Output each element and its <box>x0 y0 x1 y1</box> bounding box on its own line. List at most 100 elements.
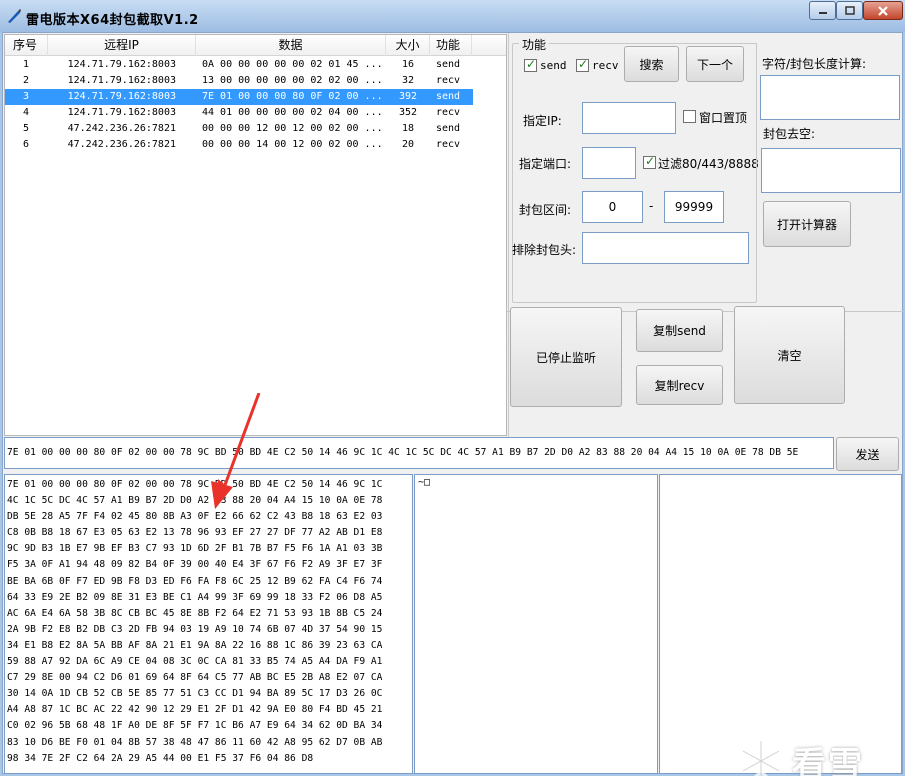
row-remote-ip: 124.71.79.162:8003 <box>67 75 176 86</box>
copy-recv-button[interactable]: 复制recv <box>636 365 723 405</box>
row-size: 20 <box>401 139 415 150</box>
column-header-function[interactable]: 功能 <box>430 35 472 56</box>
row-size: 16 <box>401 59 415 70</box>
packet-list-header: 序号 远程IP 数据 大小 功能 <box>5 35 506 56</box>
search-button[interactable]: 搜索 <box>624 46 679 82</box>
hex-dump-line: F5 3A 0F A1 94 48 09 82 B4 0F 39 00 40 E… <box>7 559 383 571</box>
exclude-header-input[interactable] <box>582 232 749 264</box>
close-icon <box>878 5 888 16</box>
table-row[interactable]: 5 47.242.236.26:7821 00 00 00 12 00 12 00 … <box>5 121 506 137</box>
column-header-data[interactable]: 数据 <box>196 35 386 56</box>
hex-dump-pane[interactable]: 7E 01 00 00 00 80 0F 02 00 00 78 9C BD 5… <box>4 474 413 774</box>
range-to-input[interactable]: 99999 <box>664 191 724 223</box>
hex-dump-line: 30 14 0A 1D CB 52 CB 5E 85 77 51 C3 CC D… <box>7 688 383 700</box>
row-index: 1 <box>23 59 30 70</box>
hex-dump-text: 7E 01 00 00 00 80 0F 02 00 00 78 9C BD 5… <box>5 475 412 767</box>
row-function: recv <box>436 75 461 86</box>
table-row[interactable]: 3 124.71.79.162:8003 7E 01 00 00 00 80 0F … <box>5 89 473 105</box>
hex-dump-line: BE BA 6B 0F F7 ED 9B F8 D3 ED F6 FA F8 6… <box>7 575 383 587</box>
hex-dump-line: AC 6A E4 6A 58 3B 8C CB BC 45 8E 8B F2 6… <box>7 607 383 619</box>
row-size: 18 <box>401 123 415 134</box>
maximize-button[interactable] <box>836 1 863 20</box>
row-function: recv <box>436 139 461 150</box>
range-label: 封包区间: <box>519 203 572 217</box>
clear-button[interactable]: 清空 <box>734 306 845 404</box>
minimize-icon <box>818 11 827 14</box>
exclude-header-label: 排除封包头: <box>512 243 577 257</box>
row-data: 7E 01 00 00 00 80 0F 02 00 ... <box>202 91 383 102</box>
recv-checkbox[interactable] <box>576 57 589 72</box>
length-calc-input[interactable] <box>760 75 900 120</box>
range-dash: - <box>649 199 654 213</box>
row-remote-ip: 124.71.79.162:8003 <box>67 107 176 118</box>
panel-divider <box>508 33 509 437</box>
recv-checkbox-label: recv <box>592 59 619 72</box>
client-area: 序号 远程IP 数据 大小 功能 1 124.71.79.162:8003 0A 0… <box>2 32 903 776</box>
row-index: 5 <box>23 123 30 134</box>
column-header-index[interactable]: 序号 <box>5 35 48 56</box>
open-calculator-button[interactable]: 打开计算器 <box>763 201 851 247</box>
length-calc-label: 字符/封包长度计算: <box>762 57 867 71</box>
row-data: 13 00 00 00 00 00 02 02 00 ... <box>202 75 383 86</box>
hex-dump-line: C0 02 96 5B 68 48 1F A0 DE 8F 5F F7 1C B… <box>7 720 383 732</box>
row-data: 00 00 00 14 00 12 00 02 00 ... <box>202 139 383 150</box>
column-header-filler <box>472 35 506 56</box>
hex-dump-line: 34 E1 B8 E2 8A 5A BB AF 8A 21 E1 9A 8A 2… <box>7 639 383 651</box>
table-row[interactable]: 2 124.71.79.162:8003 13 00 00 00 00 00 02 … <box>5 73 506 89</box>
row-size: 32 <box>401 75 415 86</box>
range-from-input[interactable]: 0 <box>582 191 643 223</box>
stop-listening-button[interactable]: 已停止监听 <box>510 307 622 407</box>
row-data: 0A 00 00 00 00 00 02 01 45 ... <box>202 59 383 70</box>
row-index: 4 <box>23 107 30 118</box>
hex-dump-line: 83 10 D6 BE F0 01 04 8B 57 38 48 47 86 1… <box>7 736 383 748</box>
ip-input[interactable] <box>582 102 676 134</box>
column-header-remote-ip[interactable]: 远程IP <box>48 35 196 56</box>
copy-send-button[interactable]: 复制send <box>636 309 723 352</box>
table-row[interactable]: 4 124.71.79.162:8003 44 01 00 00 00 00 02 … <box>5 105 506 121</box>
row-index: 6 <box>23 139 30 150</box>
row-function: send <box>436 59 461 70</box>
hex-dump-line: 9C 9D B3 1B E7 9B EF B3 C7 93 1D 6D 2F B… <box>7 543 383 555</box>
packet-hex-input[interactable]: 7E 01 00 00 00 80 0F 02 00 00 78 9C BD 5… <box>4 437 834 469</box>
next-button[interactable]: 下一个 <box>686 46 744 82</box>
trim-input[interactable] <box>761 148 901 193</box>
annotation-arrow-icon <box>211 393 261 509</box>
row-remote-ip: 47.242.236.26:7821 <box>67 139 176 150</box>
topmost-checkbox[interactable] <box>683 110 696 123</box>
send-checkbox-label: send <box>540 59 567 72</box>
send-checkbox[interactable] <box>524 57 537 72</box>
row-index: 2 <box>23 75 30 86</box>
row-remote-ip: 47.242.236.26:7821 <box>67 123 176 134</box>
topmost-label: 窗口置顶 <box>699 111 748 125</box>
row-data: 00 00 00 12 00 12 00 02 00 ... <box>202 123 383 134</box>
ascii-dump-text: ~□ <box>418 477 431 488</box>
calc-separator <box>756 43 757 298</box>
title-bar[interactable]: 雷电版本X64封包截取V1.2 <box>0 0 905 32</box>
filter-checkbox[interactable] <box>643 154 656 169</box>
column-header-size[interactable]: 大小 <box>386 35 430 56</box>
filter-label: 过滤80/443/8888 <box>658 157 759 171</box>
hex-dump-line: C7 29 8E 00 94 C2 D6 01 69 64 8F 64 C5 7… <box>7 672 383 684</box>
packet-list[interactable]: 序号 远程IP 数据 大小 功能 1 124.71.79.162:8003 0A 0… <box>4 34 507 436</box>
ascii-pane[interactable]: ~□ <box>414 474 658 774</box>
table-row[interactable]: 6 47.242.236.26:7821 00 00 00 14 00 12 00 … <box>5 137 506 153</box>
functions-group-title: 功能 <box>519 36 550 53</box>
pen-app-icon <box>8 9 21 23</box>
send-button[interactable]: 发送 <box>836 437 899 471</box>
snowflake-icon <box>742 741 780 776</box>
hex-dump-line: 98 34 7E 2F C2 64 2A 29 A5 44 00 E1 F5 3… <box>7 752 314 764</box>
hex-dump-line: 2A 9B F2 E8 B2 DB C3 2D FB 94 03 19 A9 1… <box>7 623 383 635</box>
port-input[interactable] <box>582 147 636 179</box>
close-button[interactable] <box>863 1 903 20</box>
hex-dump-line: A4 A8 87 1C BC AC 22 42 90 12 29 E1 2F D… <box>7 704 383 716</box>
port-label: 指定端口: <box>519 157 572 171</box>
minimize-button[interactable] <box>809 1 836 20</box>
app-window: 雷电版本X64封包截取V1.2 序号 远程IP 数据 大小 功能 1 124.71… <box>0 0 905 776</box>
hex-dump-line: 59 88 A7 92 DA 6C A9 CE 04 08 3C 0C CA 8… <box>7 656 383 668</box>
row-function: recv <box>436 107 461 118</box>
maximize-icon <box>844 5 855 15</box>
row-function: send <box>436 123 461 134</box>
trim-label: 封包去空: <box>763 127 816 141</box>
row-index: 3 <box>23 91 30 102</box>
table-row[interactable]: 1 124.71.79.162:8003 0A 00 00 00 00 00 02 … <box>5 57 506 73</box>
